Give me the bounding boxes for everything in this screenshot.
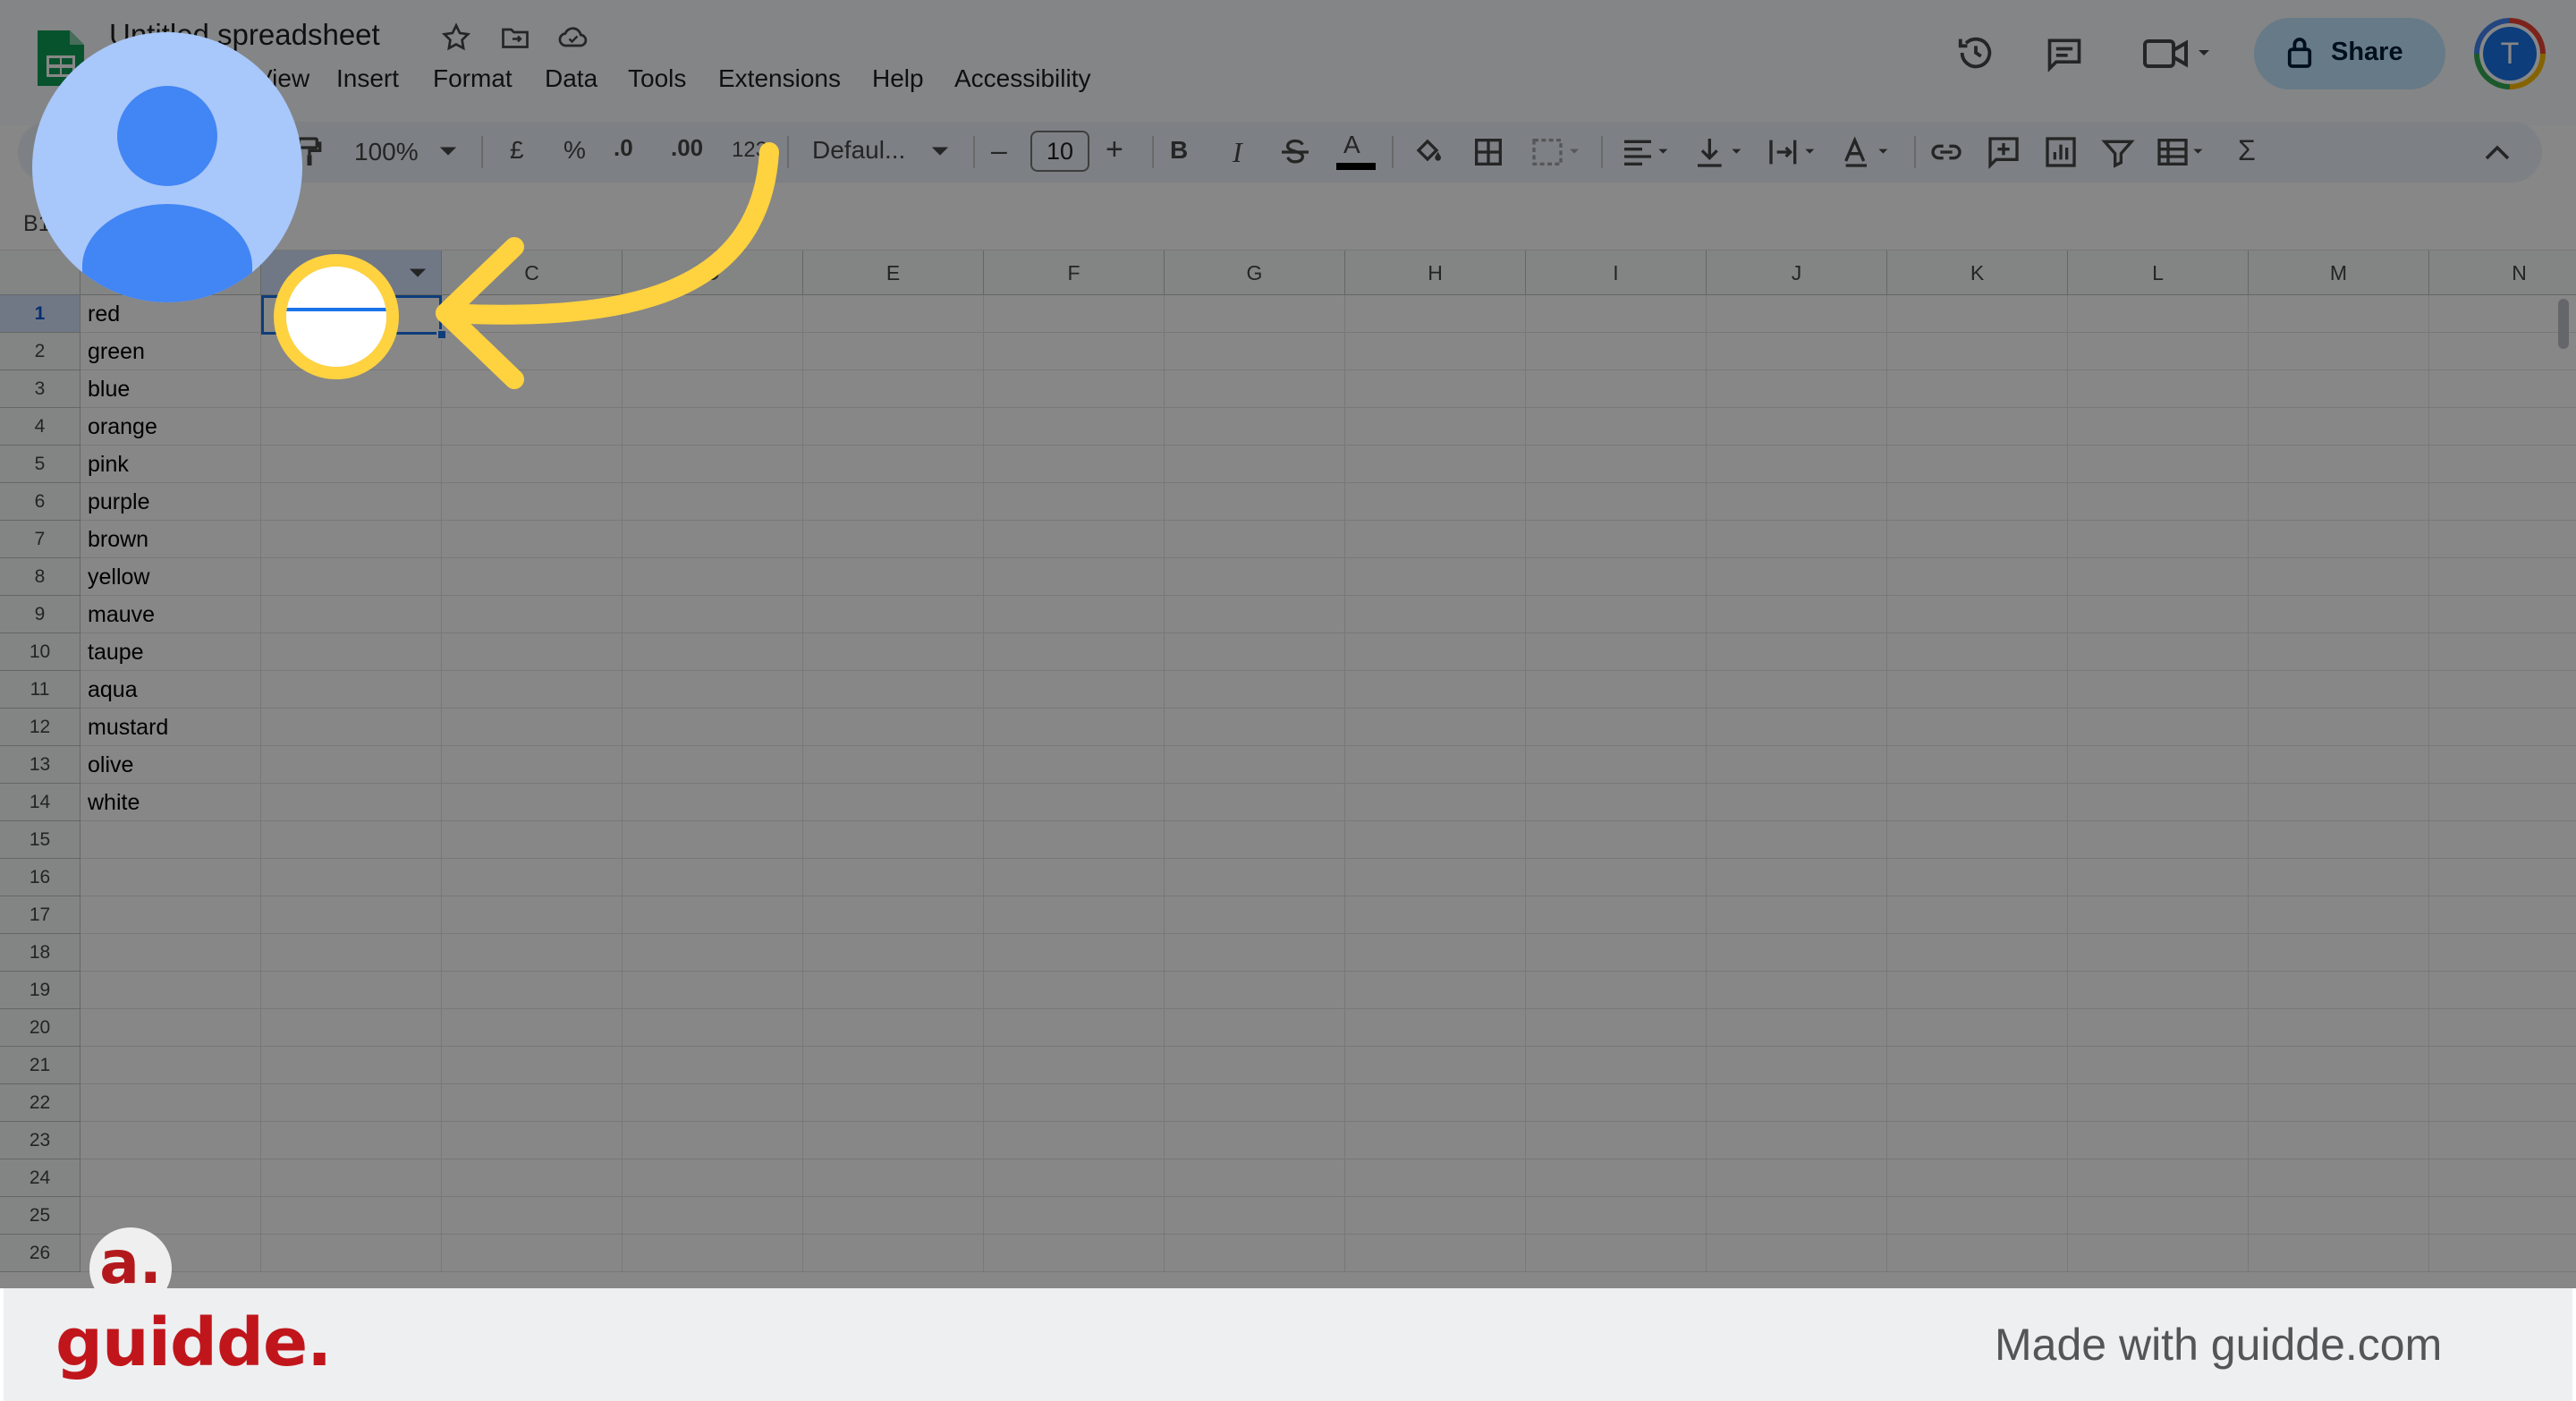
pointer-arrow-icon bbox=[420, 134, 796, 403]
made-with-guidde-text[interactable]: Made with guidde.com bbox=[1995, 1319, 2442, 1371]
guidde-logo[interactable]: guidde. bbox=[55, 1304, 332, 1381]
user-avatar-icon bbox=[32, 32, 302, 302]
dim-overlay bbox=[0, 0, 2576, 1288]
click-spotlight bbox=[274, 254, 399, 379]
